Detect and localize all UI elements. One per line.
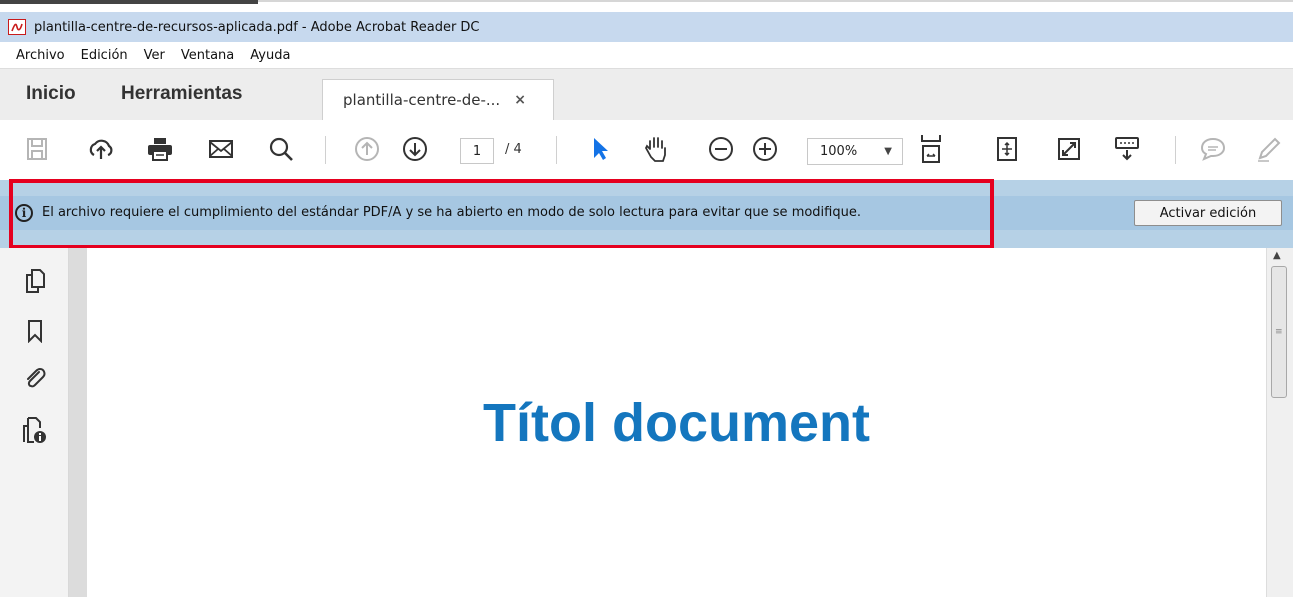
attachments-icon[interactable] [22,366,48,392]
bookmarks-icon[interactable] [22,318,48,344]
menu-ayuda[interactable]: Ayuda [250,48,290,63]
window-top-edge-accent [0,0,258,4]
zoom-level-value: 100% [820,144,858,159]
pen-icon[interactable] [1254,134,1284,164]
hand-tool-icon[interactable] [641,134,671,164]
comment-icon[interactable] [1198,134,1228,164]
tab-bar: Inicio Herramientas plantilla-centre-de-… [0,69,1293,121]
document-view: Títol document [69,248,1266,597]
vertical-scrollbar[interactable]: ▲ ≡ [1266,248,1293,597]
scrolling-mode-icon[interactable] [992,134,1022,164]
menu-edicion[interactable]: Edición [81,48,128,63]
previous-page-icon[interactable] [352,134,382,164]
page-thumbnails-icon[interactable] [22,268,48,294]
chevron-down-icon: ▼ [884,146,892,157]
select-cursor-icon[interactable] [585,134,615,164]
grip-icon: ≡ [1275,327,1283,337]
total-pages: / 4 [505,142,522,157]
title-bar: plantilla-centre-de-recursos-aplicada.pd… [0,12,1293,42]
zoom-out-icon[interactable] [706,134,736,164]
menu-archivo[interactable]: Archivo [16,48,65,63]
document-tab-label: plantilla-centre-de-... [343,91,501,109]
document-heading: Títol document [483,393,870,453]
tab-herramientas[interactable]: Herramientas [121,83,242,105]
next-page-icon[interactable] [400,134,430,164]
menu-bar: Archivo Edición Ver Ventana Ayuda [0,42,1293,69]
acrobat-pdf-icon [8,19,26,35]
read-only-message: El archivo requiere el cumplimiento del … [42,205,861,220]
tab-inicio[interactable]: Inicio [26,83,76,105]
zoom-in-icon[interactable] [750,134,780,164]
info-icon: i [15,204,33,222]
menu-ver[interactable]: Ver [144,48,165,63]
email-icon[interactable] [206,134,236,164]
upload-cloud-icon[interactable] [86,134,116,164]
fit-page-icon[interactable] [916,134,946,164]
navigation-pane [0,248,69,597]
pdf-page: Títol document [87,248,1266,597]
zoom-level-select[interactable]: 100% ▼ [807,138,903,165]
scroll-up-icon[interactable]: ▲ [1273,250,1281,261]
close-tab-icon[interactable]: × [514,92,526,108]
full-screen-icon[interactable] [1054,134,1084,164]
window-title: plantilla-centre-de-recursos-aplicada.pd… [34,19,480,35]
toolbar-separator [1175,136,1176,164]
toolbar-separator [556,136,557,164]
document-properties-icon[interactable] [22,417,48,444]
toolbar: 1 / 4 100% ▼ [0,120,1293,176]
toolbar-separator [325,136,326,164]
search-icon[interactable] [266,134,296,164]
enable-editing-button[interactable]: Activar edición [1134,200,1282,226]
info-bar: i El archivo requiere el cumplimiento de… [0,180,1293,248]
menu-ventana[interactable]: Ventana [181,48,234,63]
current-page-input[interactable]: 1 [460,138,494,164]
document-tab[interactable]: plantilla-centre-de-... × [322,79,554,120]
read-mode-icon[interactable] [1112,134,1142,164]
scrollbar-thumb[interactable]: ≡ [1271,266,1287,398]
print-icon[interactable] [145,134,175,164]
info-bar-message-row: i El archivo requiere el cumplimiento de… [0,196,1293,230]
save-icon[interactable] [22,134,52,164]
